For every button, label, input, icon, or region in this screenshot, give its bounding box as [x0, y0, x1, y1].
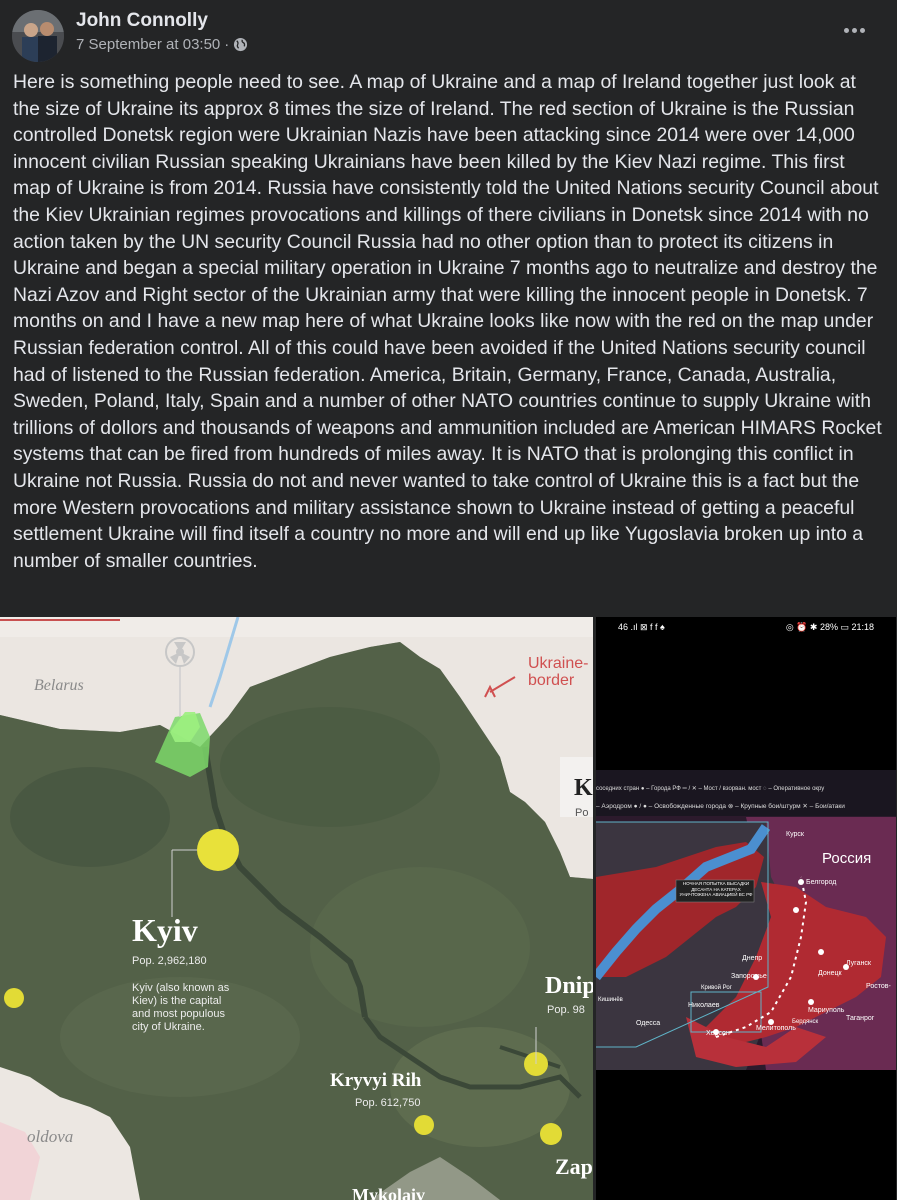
lugansk-label: Луганск — [846, 960, 871, 967]
k-fragment-label: K — [574, 775, 593, 801]
kyiv-population: Pop. 2,962,180 — [132, 955, 207, 967]
author-name[interactable]: John Connolly — [76, 10, 208, 32]
kryvyi-rih-label: Kryvyi Rih — [330, 1070, 422, 1091]
rostov-label: Ростов- — [866, 983, 891, 990]
k-pop-fragment-label: Po — [575, 807, 589, 819]
border-label-line-2: border — [528, 672, 575, 689]
dnepr-label: Днепр — [742, 955, 763, 962]
avatar[interactable] — [12, 10, 64, 62]
dnipro-label: Dnip — [545, 973, 593, 999]
melitopol-label: Мелитополь — [756, 1025, 796, 1032]
city-marker — [4, 988, 24, 1008]
dot-icon — [843, 27, 849, 33]
moldova-label: oldova — [27, 1127, 74, 1146]
mykolaiv-label: Mykolaiv — [352, 1185, 426, 1200]
ukraine-satellite-map — [0, 617, 593, 1200]
kherson-label: Херсон — [706, 1030, 730, 1037]
ukraine-border-label: Ukraine- border — [528, 655, 588, 689]
post-images: Belarus Ukraine- border K Po Kyiv Pop. 2… — [0, 617, 897, 1200]
krivoy-rog-label: Кривой Рог — [701, 985, 732, 991]
map-legend-line-2: – Аэродром ● / ● – Освобожденные города … — [596, 803, 845, 810]
page-gutter — [897, 0, 917, 1200]
dot-icon — [851, 27, 857, 33]
dot-icon — [859, 27, 865, 33]
kyiv-note-line: and most populous — [132, 1008, 225, 1020]
kyiv-marker — [197, 829, 239, 871]
post-text: Here is something people need to see. A … — [13, 71, 882, 572]
more-options-icon[interactable] — [840, 16, 868, 44]
map-note: НОЧНАЯ ПОПЫТКА ВЫСАДКИ ДЕСАНТА НА КАТЕРА… — [678, 881, 754, 898]
kyiv-note-line: Kyiv (also known as — [132, 982, 230, 994]
kyiv-note: Kyiv (also known as Kiev) is the capital… — [132, 982, 229, 1034]
kursk-label: Курск — [786, 831, 804, 838]
zaporizhzhia-marker — [540, 1123, 562, 1145]
mariupol-label: Мариуполь — [808, 1007, 845, 1014]
odessa-label: Одесса — [636, 1020, 661, 1027]
zaporizhzhia-label: Zap — [555, 1154, 593, 1179]
border-label-line-1: Ukraine- — [528, 655, 589, 672]
russian-map-screenshot[interactable]: 46 .ıl ⊠ f f ♠ ◎ ⏰ ✱ 28% ▭ 21:18 соседни… — [596, 617, 896, 1200]
kyiv-note-line: city of Ukraine. — [132, 1021, 205, 1033]
phone-status-left: 46 .ıl ⊠ f f ♠ — [618, 622, 665, 632]
taganrog-label: Таганрог — [846, 1015, 875, 1022]
post-timestamp[interactable]: 7 September at 03:50 — [76, 36, 220, 53]
post-meta: 7 September at 03:50 · — [76, 36, 248, 53]
donetsk-label: Донецк — [818, 970, 842, 977]
russian-control-map — [596, 617, 896, 1200]
zaporozhye-label: Запорожье — [731, 973, 767, 980]
russia-label: Россия — [822, 850, 872, 867]
kryvyi-rih-population: Pop. 612,750 — [355, 1097, 421, 1109]
phone-status-right: ◎ ⏰ ✱ 28% ▭ 21:18 — [785, 622, 874, 632]
kryvyi-rih-marker — [414, 1115, 434, 1135]
kishinev-label: Кишинёв — [598, 997, 623, 1003]
kyiv-label: Kyiv — [132, 912, 198, 948]
kyiv-note-line: Kiev) is the capital — [132, 995, 222, 1007]
map-note-line: НОЧНАЯ ПОПЫТКА ВЫСАДКИ — [682, 881, 750, 886]
avatar-photo — [12, 10, 64, 62]
meta-separator: · — [224, 36, 230, 53]
nikolaev-label: Николаев — [688, 1002, 720, 1009]
facebook-post: John Connolly 7 September at 03:50 · Her… — [0, 0, 897, 1200]
globe-icon[interactable] — [233, 37, 248, 52]
map-legend-line-1: соседних стран ● – Города РФ ═ / ✕ – Мос… — [596, 786, 825, 792]
post-header: John Connolly 7 September at 03:50 · — [12, 8, 882, 62]
ukraine-map-image[interactable]: Belarus Ukraine- border K Po Kyiv Pop. 2… — [0, 617, 593, 1200]
map-note-line: УНИЧТОЖЕНА АВИАЦИЕЙ ВС РФ — [679, 892, 753, 897]
belgorod-label: Белгород — [806, 879, 837, 886]
belarus-label: Belarus — [34, 677, 84, 694]
dnipro-population: Pop. 98 — [547, 1004, 585, 1016]
